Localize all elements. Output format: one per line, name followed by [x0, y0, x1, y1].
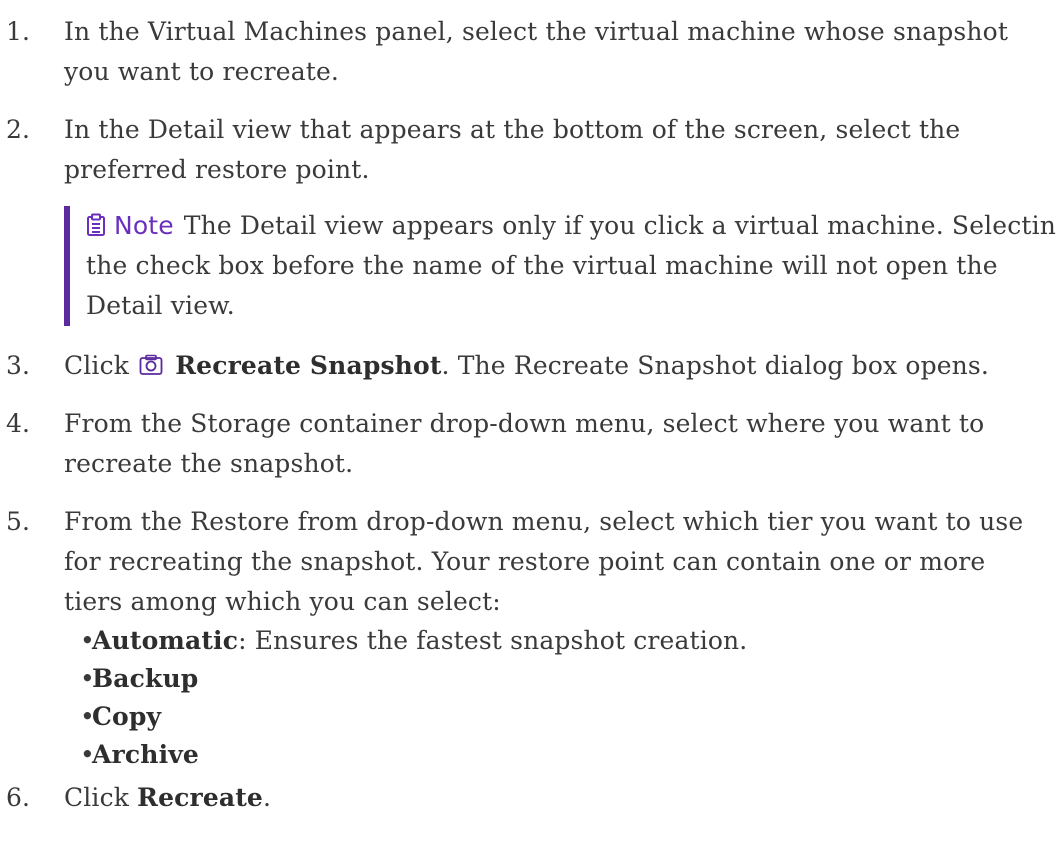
bullet: •	[80, 664, 95, 693]
tier-name: Copy	[92, 702, 162, 731]
tier-list: •Automatic: Ensures the fastest snapshot…	[64, 622, 1056, 774]
step-prefix: Click	[64, 783, 130, 812]
bullet: •	[80, 740, 95, 769]
step-number: 3.	[6, 351, 31, 380]
step-number: 5.	[6, 507, 31, 536]
note-label: Note	[114, 211, 174, 240]
step-prefix: Click	[64, 351, 130, 380]
tier-name: Automatic	[92, 626, 239, 655]
note-heading: Note	[86, 211, 174, 240]
tier-item-automatic: •Automatic: Ensures the fastest snapshot…	[80, 622, 1056, 660]
tier-name: Archive	[92, 740, 199, 769]
step-text: In the Detail view that appears at the b…	[64, 115, 961, 184]
tier-item-backup: •Backup	[80, 660, 1056, 698]
bullet: •	[80, 702, 95, 731]
step-number: 1.	[6, 17, 31, 46]
tier-name: Backup	[92, 664, 199, 693]
tier-item-copy: •Copy	[80, 698, 1056, 736]
step-2: 2. In the Detail view that appears at th…	[0, 110, 1056, 326]
step-text: From the Storage container drop-down men…	[64, 409, 985, 478]
step-4: 4. From the Storage container drop-down …	[0, 404, 1056, 484]
step-1: 1. In the Virtual Machines panel, select…	[0, 12, 1056, 92]
step-number: 2.	[6, 115, 31, 144]
step-number: 4.	[6, 409, 31, 438]
recreate-snapshot-label: Recreate Snapshot	[175, 351, 442, 380]
step-number: 6.	[6, 783, 31, 812]
document-body: 1. In the Virtual Machines panel, select…	[0, 0, 1056, 818]
step-suffix: .	[262, 783, 272, 812]
step-3: 3. Click Recreate Snapshot. The Recreate…	[0, 346, 1056, 386]
camera-icon	[139, 354, 163, 375]
step-text: Click Recreate.	[64, 778, 1049, 818]
note-callout: Note The Detail view appears only if you …	[64, 206, 1056, 326]
clipboard-icon	[87, 213, 105, 236]
step-5: 5. From the Restore from drop-down menu,…	[0, 502, 1056, 774]
step-text: In the Virtual Machines panel, select th…	[64, 17, 1009, 86]
step-text: From the Restore from drop-down menu, se…	[64, 507, 1024, 616]
step-text: Click Recreate Snapshot. The Recreate Sn…	[64, 346, 1049, 386]
note-text: The Detail view appears only if you clic…	[86, 211, 1056, 320]
step-suffix: . The Recreate Snapshot dialog box opens…	[441, 351, 989, 380]
procedure-steps: 1. In the Virtual Machines panel, select…	[0, 12, 1056, 818]
recreate-label: Recreate	[137, 783, 263, 812]
step-6: 6. Click Recreate.	[0, 778, 1056, 818]
tier-item-archive: •Archive	[80, 736, 1056, 774]
tier-desc: : Ensures the fastest snapshot creation.	[238, 626, 748, 655]
bullet: •	[80, 626, 95, 655]
